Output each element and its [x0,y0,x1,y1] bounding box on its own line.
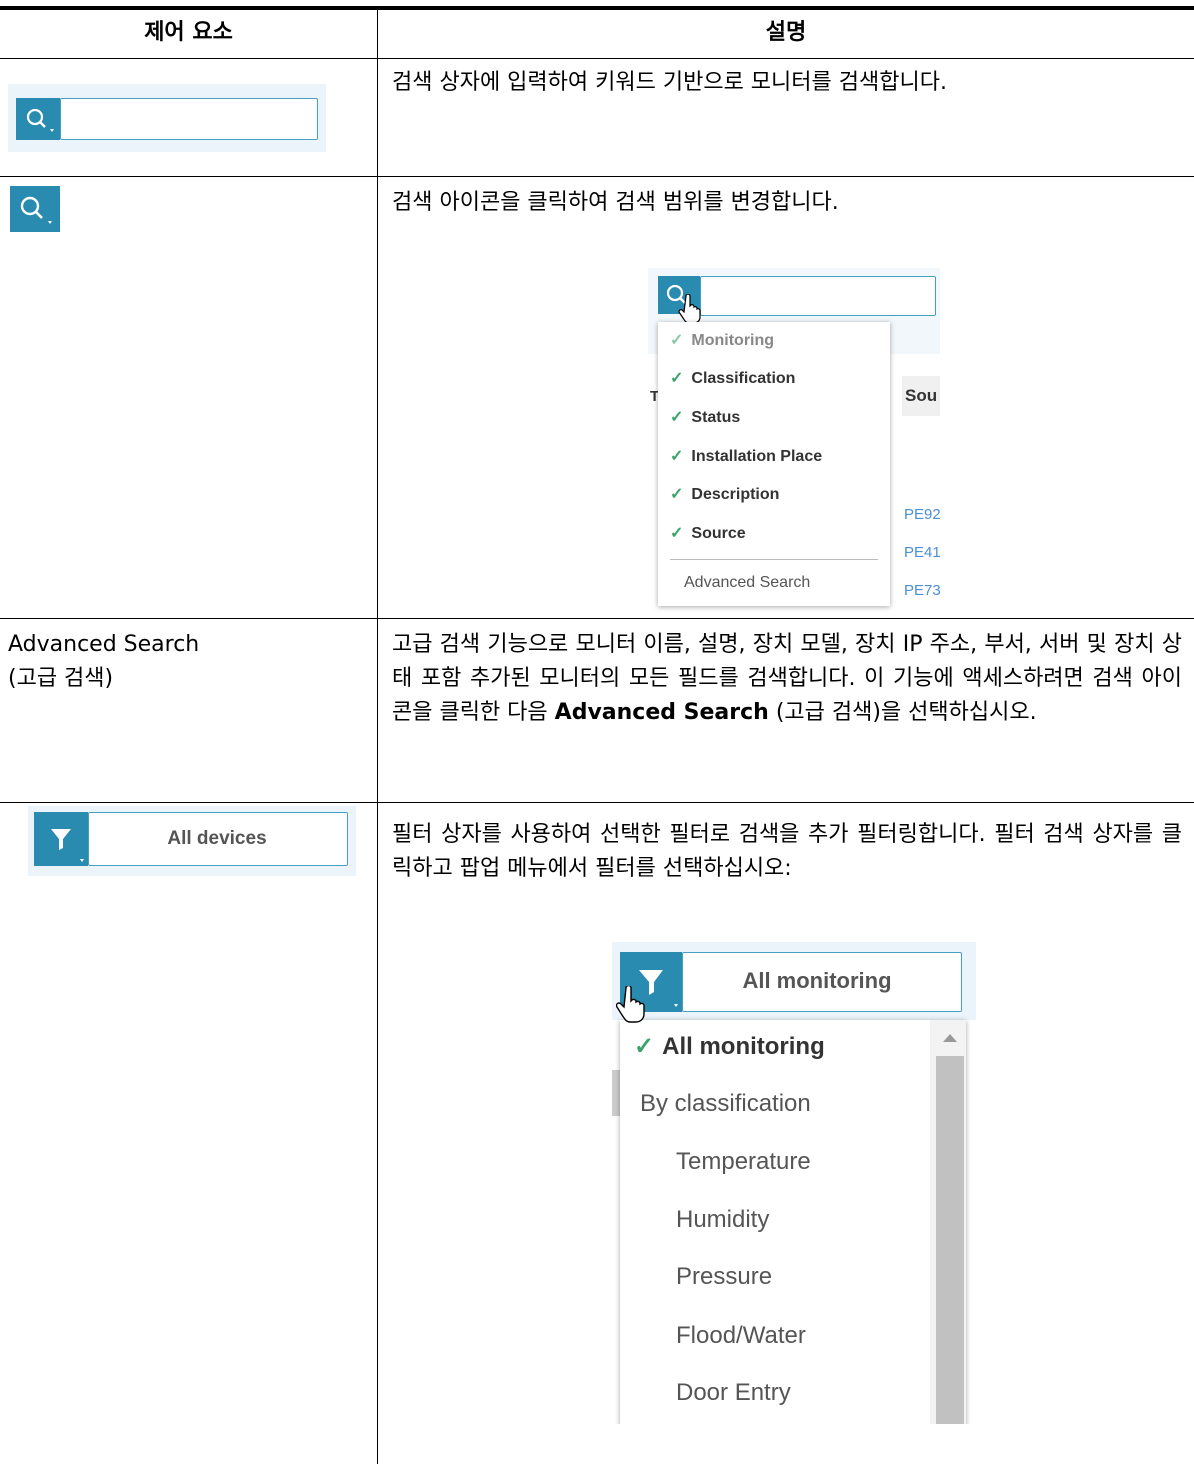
table-top-border [0,6,1194,10]
search-input[interactable] [60,98,318,140]
filter-icon[interactable] [34,812,88,866]
dropdown-item-pressure[interactable]: Pressure [676,1263,772,1291]
search-icon[interactable] [10,186,60,232]
row-divider-2 [0,618,1194,619]
dropdown-item-humidity[interactable]: Humidity [676,1206,769,1234]
dropdown-item-temperature[interactable]: Temperature [676,1148,811,1176]
menu-item-status[interactable]: ✓ Status [670,407,740,427]
dropdown-item-door-entry[interactable]: Door Entry [676,1379,791,1407]
source-link[interactable]: PE41 [904,544,941,561]
menu-item-monitoring[interactable]: ✓ Monitoring [670,330,774,350]
row3-description-bold: Advanced Search [554,700,769,725]
check-icon: ✓ [670,525,684,542]
filter-dropdown-menu: ✓ All monitoring By classification Temper… [620,1020,966,1424]
source-column-header: Sou [905,386,938,405]
check-icon: ✓ [634,1033,655,1060]
filter-select-value: All devices [167,828,267,849]
column-header-control: 제어 요소 [144,20,233,45]
filter-box-preview: All devices [28,806,356,876]
scrollbar-thumb[interactable] [936,1056,964,1424]
row3-description-tail: (고급 검색)을 선택하십시오. [768,700,1037,725]
menu-item-label: Description [691,486,780,503]
advanced-search-label: Advanced Search [8,632,200,657]
search-input[interactable] [700,276,936,316]
check-icon: ✓ [670,332,684,349]
menu-item-label: Source [691,525,746,542]
menu-divider [670,559,878,560]
row-divider-1 [0,176,1194,177]
search-box-preview [8,84,326,152]
filter-select-value: All monitoring [742,968,892,993]
check-icon: ✓ [670,409,684,426]
row1-description: 검색 상자에 입력하여 키워드 기반으로 모니터를 검색합니다. [392,70,947,95]
check-icon: ✓ [670,486,684,503]
row2-description: 검색 아이콘을 클릭하여 검색 범위를 변경합니다. [392,190,839,215]
check-icon: ✓ [670,448,684,465]
menu-item-classification[interactable]: ✓ Classification [670,368,795,388]
background-edge [612,1070,620,1116]
search-scope-screenshot: Sou T PE92 PE41 PE73 ✓ Monitoring ✓ Classi… [648,268,941,608]
column-header-description: 설명 [765,20,807,45]
source-link[interactable]: PE73 [904,582,941,599]
filter-dropdown-screenshot: All monitoring ✓ All monitoring By classi… [612,942,976,1424]
hand-cursor-icon [615,984,646,1031]
menu-item-label: Status [691,409,741,426]
menu-item-description[interactable]: ✓ Description [670,484,779,504]
advanced-search-label-korean: (고급 검색) [8,666,114,691]
dropdown-item-label: All monitoring [662,1033,825,1060]
dropdown-item-all-monitoring[interactable]: ✓ All monitoring [634,1032,825,1061]
row3-description: 고급 검색 기능으로 모니터 이름, 설명, 장치 모델, 장치 IP 주소, … [392,628,1182,730]
header-divider [0,58,1194,59]
search-scope-menu: ✓ Monitoring ✓ Classification ✓ Status ✓ Ins… [658,322,890,606]
menu-item-label: Monitoring [691,332,775,349]
scroll-up-icon[interactable] [942,1030,958,1048]
row4-description: 필터 상자를 사용하여 선택한 필터로 검색을 추가 필터링합니다. 필터 검색… [392,822,1182,881]
dropdown-group-classification: By classification [640,1090,811,1117]
menu-item-advanced-search[interactable]: Advanced Search [684,574,810,592]
column-divider [377,6,378,1464]
check-icon: ✓ [670,370,684,387]
row-divider-3 [0,802,1194,803]
menu-item-installation-place[interactable]: ✓ Installation Place [670,446,822,466]
source-link[interactable]: PE92 [904,506,941,523]
menu-item-label: Classification [691,370,796,387]
menu-item-source[interactable]: ✓ Source [670,523,746,543]
search-icon[interactable] [16,98,60,140]
menu-item-label: Installation Place [691,448,823,465]
dropdown-item-flood-water[interactable]: Flood/Water [676,1322,806,1350]
